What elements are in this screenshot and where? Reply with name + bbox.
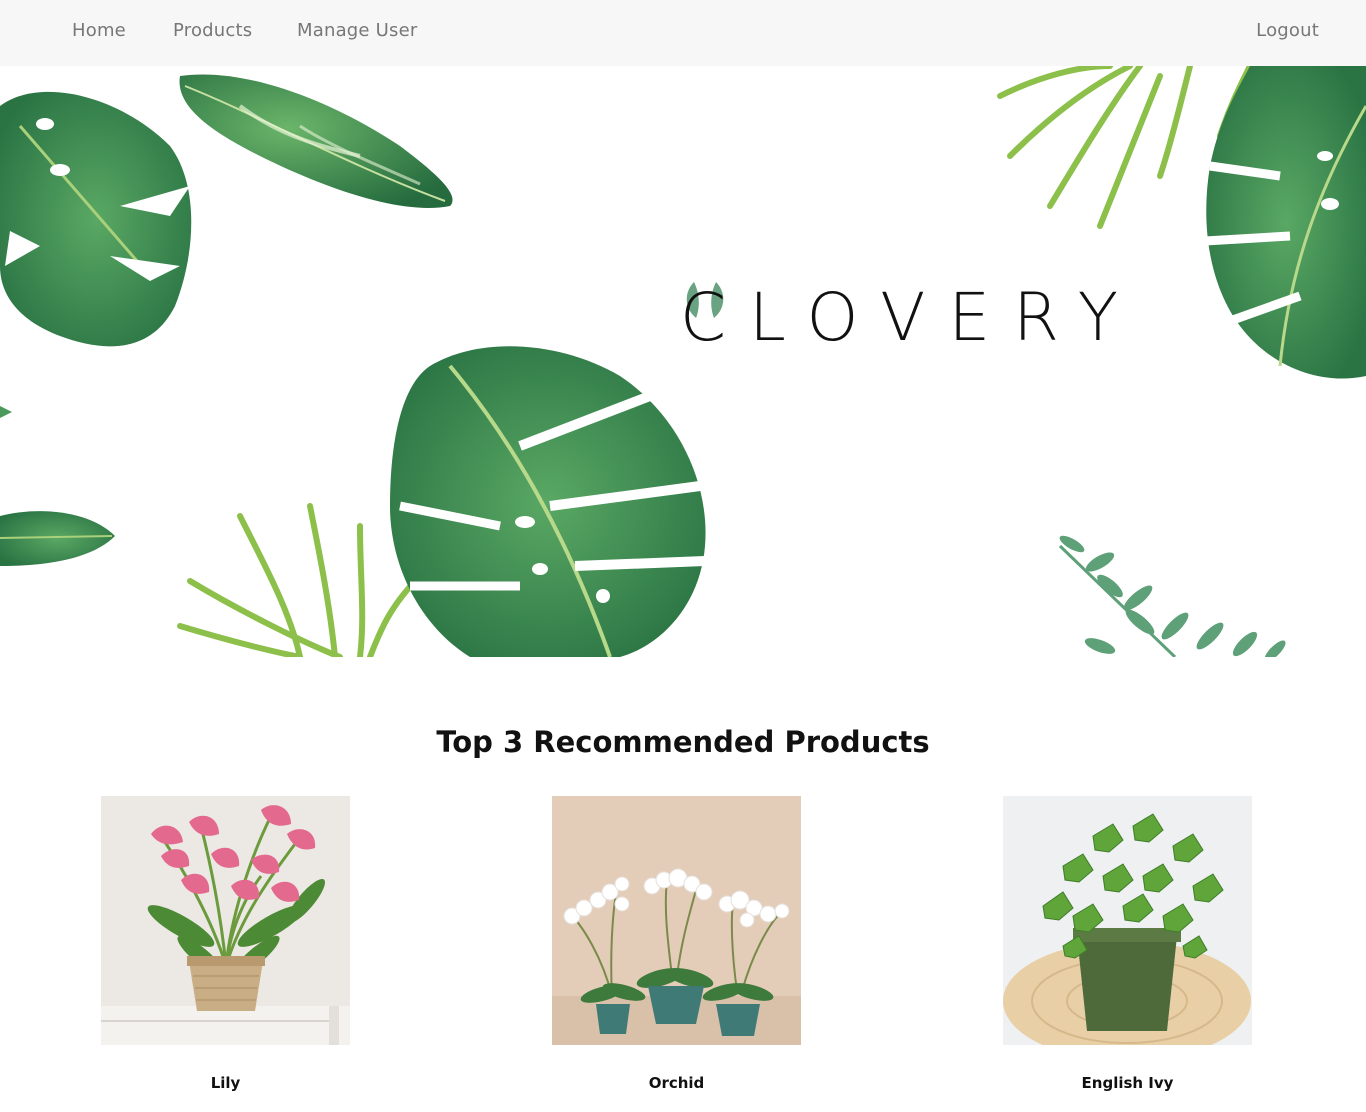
leaf-left-edge	[0, 406, 115, 566]
monstera-leaf-center	[390, 346, 706, 657]
product-card-english-ivy[interactable]: English Ivy	[1003, 796, 1252, 1092]
product-image-orchid[interactable]	[552, 796, 801, 1045]
product-card-lily[interactable]: Lily	[101, 796, 350, 1092]
fern-bottom-right	[1058, 535, 1286, 657]
top-navbar: Home Products Manage User Logout	[0, 0, 1366, 66]
product-name[interactable]: Orchid	[552, 1074, 801, 1092]
hero-banner: CLOVERY	[0, 66, 1366, 657]
nav-logout-link[interactable]: Logout	[1256, 20, 1319, 41]
palm-fronds-bottom-left	[177, 503, 423, 657]
product-name[interactable]: Lily	[101, 1074, 350, 1092]
nav-home-link[interactable]: Home	[72, 20, 126, 41]
monstera-leaf-right	[1204, 66, 1366, 379]
nav-manage-user-link[interactable]: Manage User	[297, 20, 417, 41]
product-card-orchid[interactable]: Orchid	[552, 796, 801, 1092]
product-image-english-ivy[interactable]	[1003, 796, 1252, 1045]
brand-name: CLOVERY	[680, 279, 1142, 356]
product-image-lily[interactable]	[101, 796, 350, 1045]
product-name[interactable]: English Ivy	[1003, 1074, 1252, 1092]
recommended-products-title: Top 3 Recommended Products	[436, 725, 930, 760]
variegated-leaf-top	[179, 74, 453, 208]
nav-products-link[interactable]: Products	[173, 20, 252, 41]
brand-logo: CLOVERY	[680, 278, 1160, 358]
monstera-leaf-top-left	[0, 91, 192, 347]
tropical-leaves-illustration	[0, 66, 1366, 657]
